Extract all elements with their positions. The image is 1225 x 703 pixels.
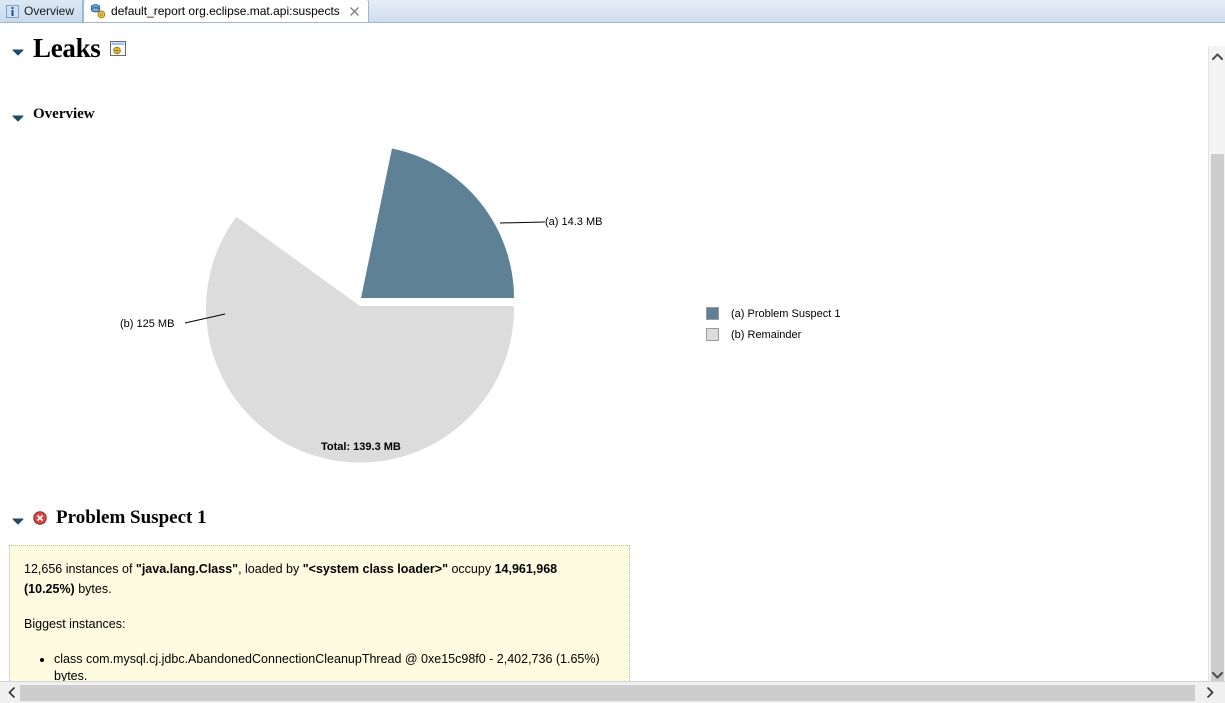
vertical-scrollbar-thumb[interactable] bbox=[1211, 154, 1224, 681]
info-icon bbox=[6, 4, 19, 18]
suspect-instance-count: 12,656 instances of bbox=[24, 562, 136, 576]
scroll-right-button[interactable] bbox=[1201, 682, 1219, 703]
vertical-scrollbar[interactable] bbox=[1208, 46, 1225, 681]
pie-legend: (a) Problem Suspect 1 (b) Remainder bbox=[706, 303, 840, 345]
pie-slice-problem-suspect-1 bbox=[361, 148, 514, 298]
pie-total-label: Total: 139.3 MB bbox=[321, 441, 401, 453]
suspect-summary: 12,656 instances of "java.lang.Class", l… bbox=[24, 560, 611, 599]
close-icon[interactable] bbox=[349, 6, 360, 17]
report-editor: Leaks Overview (a) 14.3 MB (b) 125 MB To… bbox=[0, 23, 1225, 681]
scroll-down-button[interactable] bbox=[1209, 667, 1225, 681]
chevron-down-icon[interactable] bbox=[12, 45, 24, 55]
report-icon bbox=[90, 3, 106, 19]
suspect-loaded-by: , loaded by bbox=[238, 562, 303, 576]
chevron-down-icon[interactable] bbox=[12, 514, 24, 524]
list-item: class com.mysql.cj.jdbc.AbandonedConnect… bbox=[54, 651, 611, 682]
suspect-class-name: "java.lang.Class" bbox=[135, 562, 239, 576]
problem-suspect-1-header[interactable]: Problem Suspect 1 bbox=[12, 508, 207, 527]
pie-label-a: (a) 14.3 MB bbox=[545, 216, 603, 228]
pie-label-b: (b) 125 MB bbox=[120, 318, 175, 330]
scrollbar-track-upper[interactable] bbox=[1211, 66, 1224, 154]
legend-label-remainder: (b) Remainder bbox=[731, 328, 802, 341]
scrollbar-corner bbox=[1219, 682, 1225, 703]
biggest-instances-label: Biggest instances: bbox=[24, 617, 126, 631]
page-title: Leaks bbox=[33, 33, 101, 63]
editor-tab-bar: Overview default_report org.eclipse.mat.… bbox=[0, 0, 1225, 23]
scroll-left-button[interactable] bbox=[2, 682, 20, 703]
suspect-bytes-suffix: bytes. bbox=[74, 581, 112, 596]
pie-chart-svg bbox=[184, 148, 546, 463]
leaks-section-header[interactable]: Leaks bbox=[12, 35, 126, 62]
biggest-instances-list: class com.mysql.cj.jdbc.AbandonedConnect… bbox=[24, 651, 611, 682]
legend-item: (a) Problem Suspect 1 bbox=[706, 303, 840, 324]
report-content: Leaks Overview (a) 14.3 MB (b) 125 MB To… bbox=[0, 23, 1208, 681]
problem-suspect-1-description: 12,656 instances of "java.lang.Class", l… bbox=[9, 545, 630, 681]
tab-overview[interactable]: Overview bbox=[0, 0, 84, 22]
pie-leader-a bbox=[499, 221, 546, 224]
problem-suspect-1-title: Problem Suspect 1 bbox=[56, 507, 207, 528]
horizontal-scrollbar[interactable] bbox=[0, 681, 1225, 703]
tab-default-report-label: default_report org.eclipse.mat.api:suspe… bbox=[111, 4, 340, 18]
tab-bar-filler bbox=[368, 0, 1225, 22]
pie-chart: (a) 14.3 MB (b) 125 MB Total: 139.3 MB (… bbox=[0, 118, 1190, 488]
legend-swatch-remainder bbox=[706, 328, 719, 341]
suspect-class-loader: "<system class loader>" bbox=[302, 562, 448, 576]
legend-item: (b) Remainder bbox=[706, 324, 840, 345]
scroll-up-button[interactable] bbox=[1209, 48, 1225, 65]
report-window-icon[interactable] bbox=[109, 40, 126, 57]
suspect-occupy: occupy bbox=[448, 562, 495, 576]
tab-default-report[interactable]: default_report org.eclipse.mat.api:suspe… bbox=[83, 0, 369, 22]
legend-label-problem-suspect-1: (a) Problem Suspect 1 bbox=[731, 307, 841, 320]
error-icon bbox=[33, 510, 47, 525]
horizontal-scrollbar-thumb[interactable] bbox=[20, 685, 1195, 701]
tab-overview-label: Overview bbox=[24, 4, 75, 18]
legend-swatch-problem-suspect-1 bbox=[706, 307, 719, 320]
